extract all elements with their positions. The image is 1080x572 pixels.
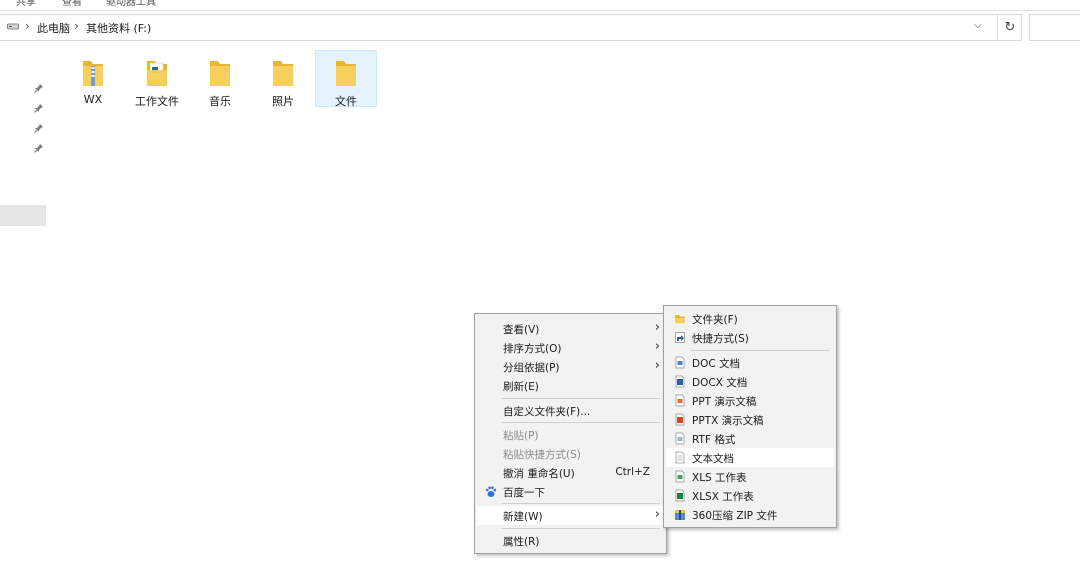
folder-label: 音乐: [209, 95, 231, 108]
breadcrumb-drive-f[interactable]: 其他资料 (F:): [86, 20, 151, 36]
refresh-icon[interactable]: ↻: [997, 15, 1022, 40]
submenu-item-text-document[interactable]: 文本文档: [666, 448, 834, 467]
folder-item-wx[interactable]: WX: [62, 50, 124, 107]
menu-item-baidu-search[interactable]: 百度一下: [477, 482, 664, 501]
menu-item-group-by[interactable]: 分组依据(P) ›: [477, 357, 664, 376]
chevron-right-icon: ›: [654, 320, 660, 335]
breadcrumb-this-pc[interactable]: 此电脑: [37, 20, 70, 36]
navigation-pane: [0, 40, 50, 572]
pin-icon[interactable]: [34, 143, 44, 153]
folder-icon: [675, 315, 685, 323]
docx-icon: [675, 375, 685, 388]
folder-label: 工作文件: [135, 95, 179, 108]
folder-item-work-files[interactable]: 工作文件: [126, 50, 188, 108]
folder-icon: [336, 61, 356, 86]
doc-folder-icon: [147, 61, 167, 86]
chevron-right-icon: ›: [654, 358, 660, 373]
folder-label: 照片: [272, 95, 294, 108]
menu-item-paste: 粘贴(P): [503, 430, 539, 442]
rtf-icon: [675, 432, 685, 445]
folder-item-music[interactable]: 音乐: [189, 50, 251, 108]
drive-icon: [7, 23, 19, 30]
address-bar[interactable]: › 此电脑 › 其他资料 (F:) ⌵ ↻: [0, 14, 1022, 41]
folder-item-files[interactable]: 文件: [315, 50, 377, 108]
menu-item-properties[interactable]: 属性(R): [477, 531, 664, 550]
nav-item-selected[interactable]: [0, 205, 46, 226]
submenu-item-xlsx[interactable]: XLSX 工作表: [666, 486, 834, 505]
menu-separator: [501, 503, 660, 504]
submenu-item-doc[interactable]: DOC 文档: [666, 353, 834, 372]
pin-icon[interactable]: [34, 83, 44, 93]
menu-item-paste-shortcut: 粘贴快捷方式(S): [503, 449, 581, 461]
new-submenu: 文件夹(F) 快捷方式(S) DOC 文档 DOCX 文档 PPT 演示文稿 P…: [663, 305, 837, 528]
xlsx-icon: [675, 489, 685, 502]
submenu-item-docx[interactable]: DOCX 文档: [666, 372, 834, 391]
folder-item-photos[interactable]: 照片: [252, 50, 314, 108]
chevron-right-icon: ›: [654, 339, 660, 354]
menu-item-sort-by[interactable]: 排序方式(O) ›: [477, 338, 664, 357]
menu-item-refresh[interactable]: 刷新(E): [477, 376, 664, 395]
folder-label: 文件: [335, 95, 357, 108]
shortcut-text: Ctrl+Z: [615, 466, 650, 478]
submenu-item-xls[interactable]: XLS 工作表: [666, 467, 834, 486]
submenu-item-ppt[interactable]: PPT 演示文稿: [666, 391, 834, 410]
baidu-paw-icon: [485, 486, 497, 497]
chevron-right-icon[interactable]: ›: [25, 19, 30, 33]
ribbon-tabs: 共享 查看 驱动器工具: [0, 0, 1080, 11]
pin-icon[interactable]: [34, 123, 44, 133]
pin-icon[interactable]: [34, 103, 44, 113]
context-menu: 查看(V) › 排序方式(O) › 分组依据(P) › 刷新(E) 自定义文件夹…: [474, 313, 667, 554]
zip-folder-icon: [83, 61, 103, 86]
ppt-icon: [675, 394, 685, 407]
menu-separator: [501, 398, 660, 399]
menu-separator: [501, 528, 660, 529]
submenu-item-folder[interactable]: 文件夹(F): [666, 309, 834, 328]
submenu-item-rtf[interactable]: RTF 格式: [666, 429, 834, 448]
search-input[interactable]: [1029, 14, 1080, 41]
menu-item-new[interactable]: 新建(W) ›: [477, 506, 664, 525]
submenu-item-shortcut[interactable]: 快捷方式(S): [666, 328, 834, 347]
menu-item-view[interactable]: 查看(V) ›: [477, 319, 664, 338]
tab-share[interactable]: 共享: [16, 0, 36, 8]
menu-item-undo-rename[interactable]: 撤消 重命名(U) Ctrl+Z: [477, 463, 664, 482]
pptx-icon: [675, 413, 685, 426]
chevron-right-icon[interactable]: ›: [74, 19, 79, 33]
menu-separator: [501, 422, 660, 423]
tab-view[interactable]: 查看: [62, 0, 82, 8]
folder-label: WX: [83, 93, 103, 106]
folder-icon: [210, 61, 230, 86]
text-document-icon: [675, 451, 685, 464]
shortcut-icon: [675, 332, 685, 343]
submenu-item-pptx[interactable]: PPTX 演示文稿: [666, 410, 834, 429]
chevron-down-icon[interactable]: ⌵: [974, 20, 982, 31]
folder-icon: [273, 61, 293, 86]
menu-separator: [690, 350, 830, 351]
doc-icon: [675, 356, 685, 369]
submenu-item-zip[interactable]: 360压缩 ZIP 文件: [666, 505, 834, 524]
xls-icon: [675, 470, 685, 483]
chevron-right-icon: ›: [654, 507, 660, 522]
menu-item-customize-folder[interactable]: 自定义文件夹(F)...: [477, 401, 664, 420]
tab-drive-tools[interactable]: 驱动器工具: [106, 0, 156, 8]
zip-archive-icon: [675, 510, 685, 520]
